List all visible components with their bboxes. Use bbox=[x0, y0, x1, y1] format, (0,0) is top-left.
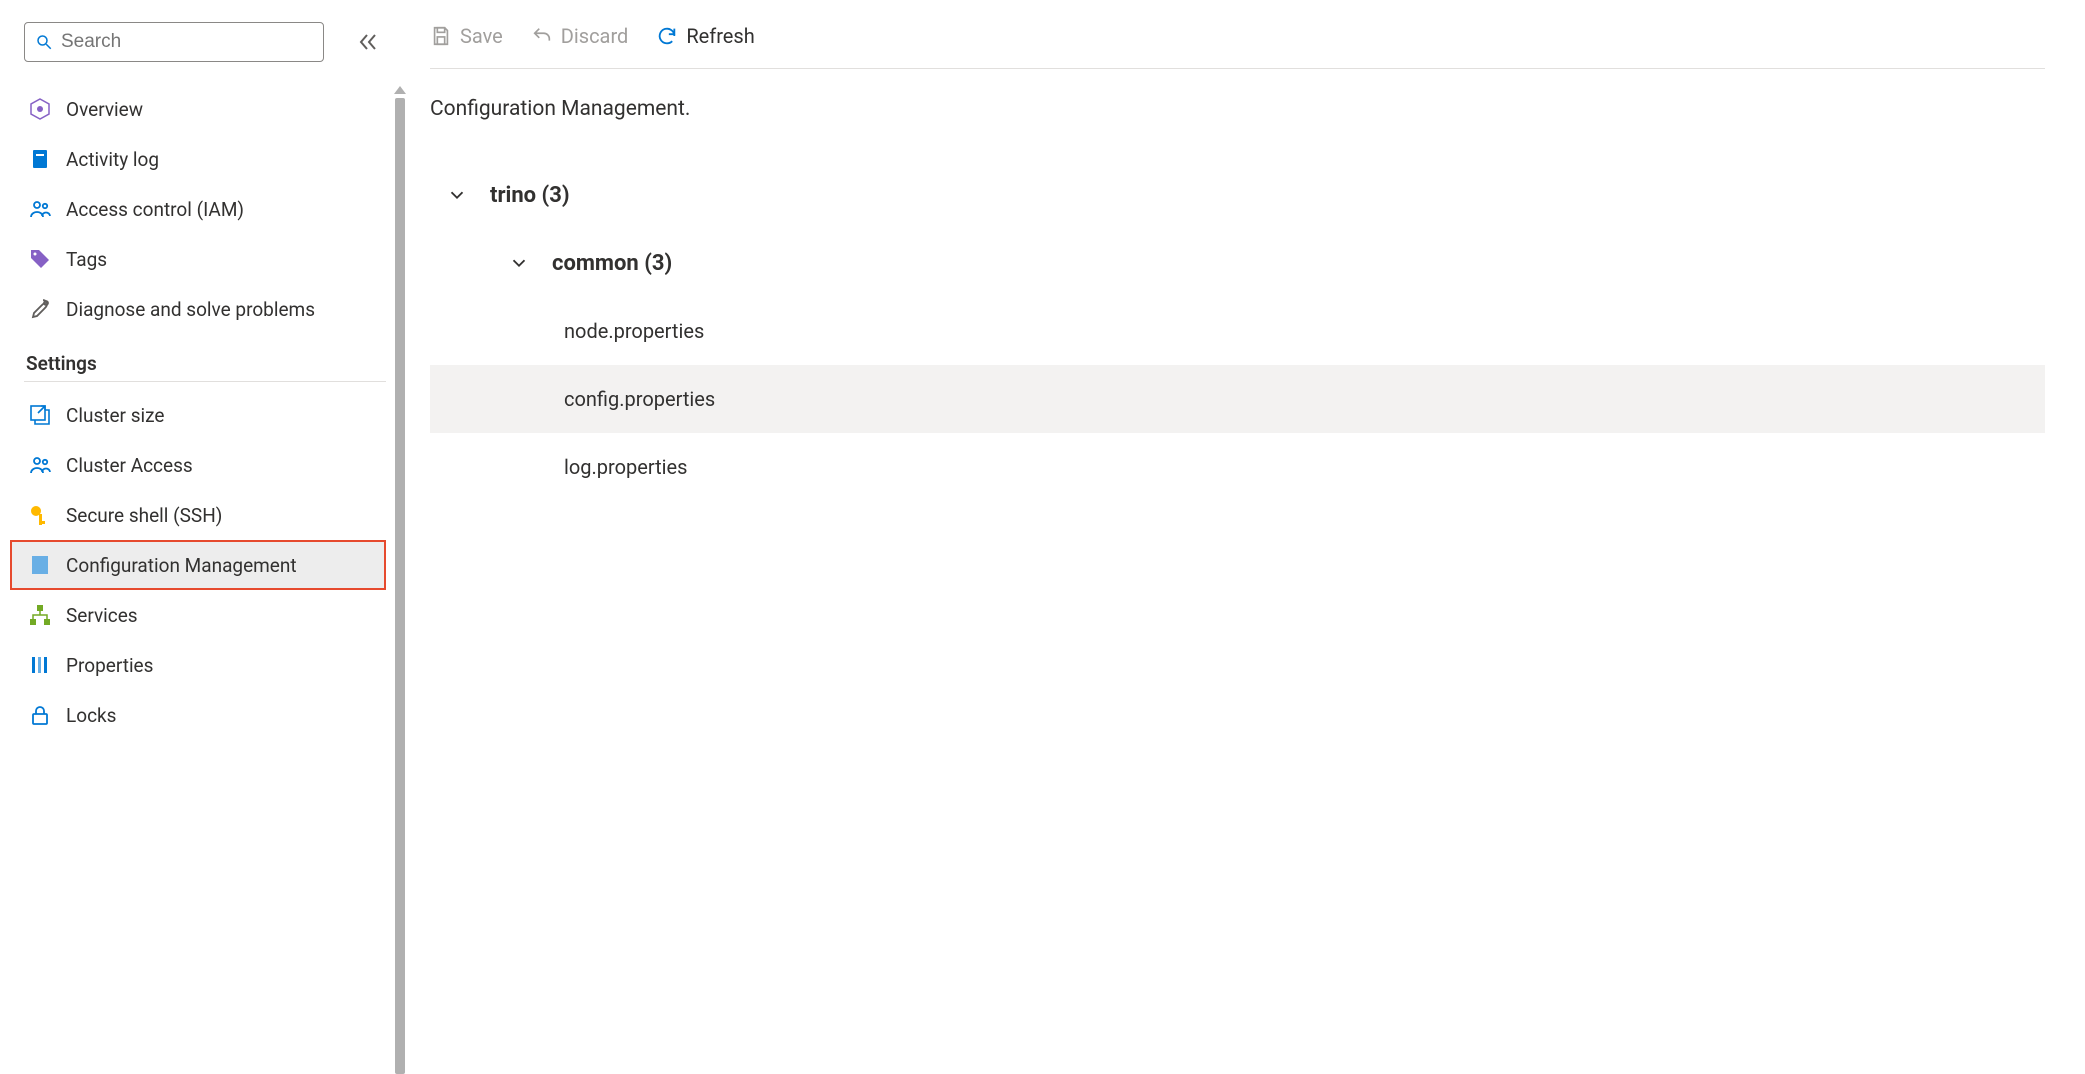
nav-item-configuration-management[interactable]: Configuration Management bbox=[10, 540, 386, 590]
refresh-label: Refresh bbox=[686, 24, 754, 48]
nav-item-locks[interactable]: Locks bbox=[24, 690, 390, 740]
nav-label: Activity log bbox=[66, 148, 159, 171]
diagnose-icon bbox=[28, 297, 52, 321]
tree-group-label: trino (3) bbox=[490, 183, 570, 208]
tree-item-label: node.properties bbox=[564, 319, 704, 343]
chevron-down-icon bbox=[446, 184, 468, 206]
tree-item-label: config.properties bbox=[564, 387, 715, 411]
collapse-sidebar-button[interactable] bbox=[356, 30, 380, 54]
nav-item-services[interactable]: Services bbox=[24, 590, 390, 640]
properties-icon bbox=[28, 653, 52, 677]
search-input-container[interactable] bbox=[24, 22, 324, 62]
overview-icon bbox=[28, 97, 52, 121]
nav-item-tags[interactable]: Tags bbox=[24, 234, 390, 284]
undo-icon bbox=[531, 25, 553, 47]
nav-label: Overview bbox=[66, 98, 143, 121]
cluster-size-icon bbox=[28, 403, 52, 427]
nav-item-overview[interactable]: Overview bbox=[24, 84, 390, 134]
activity-log-icon bbox=[28, 147, 52, 171]
nav-label: Cluster Access bbox=[66, 454, 193, 477]
save-button[interactable]: Save bbox=[430, 24, 503, 48]
search-input[interactable] bbox=[61, 31, 313, 53]
nav-item-activity-log[interactable]: Activity log bbox=[24, 134, 390, 184]
tree-item-label: log.properties bbox=[564, 455, 687, 479]
save-label: Save bbox=[460, 24, 503, 48]
discard-label: Discard bbox=[561, 24, 629, 48]
services-icon bbox=[28, 603, 52, 627]
sidebar: Overview Activity log Access control (IA… bbox=[0, 0, 390, 1074]
chevron-down-icon bbox=[508, 252, 530, 274]
discard-button[interactable]: Discard bbox=[531, 24, 629, 48]
page-description: Configuration Management. bbox=[430, 97, 2045, 121]
nav-item-properties[interactable]: Properties bbox=[24, 640, 390, 690]
chevron-double-left-icon bbox=[356, 30, 380, 54]
nav-label: Secure shell (SSH) bbox=[66, 504, 222, 527]
main-panel: Save Discard Refresh Configuration Manag… bbox=[390, 0, 2085, 1074]
nav-label: Services bbox=[66, 604, 138, 627]
nav-item-access-control[interactable]: Access control (IAM) bbox=[24, 184, 390, 234]
save-icon bbox=[430, 25, 452, 47]
tags-icon bbox=[28, 247, 52, 271]
nav-label: Cluster size bbox=[66, 404, 165, 427]
nav-item-diagnose[interactable]: Diagnose and solve problems bbox=[24, 284, 390, 334]
settings-section-header: Settings bbox=[24, 352, 390, 375]
sidebar-scrollbar[interactable] bbox=[394, 86, 406, 1074]
cluster-access-icon bbox=[28, 453, 52, 477]
toolbar: Save Discard Refresh bbox=[430, 24, 2045, 69]
refresh-button[interactable]: Refresh bbox=[656, 24, 754, 48]
section-divider bbox=[24, 381, 386, 382]
tree-item-log-properties[interactable]: log.properties bbox=[430, 433, 2045, 501]
scroll-thumb[interactable] bbox=[395, 98, 405, 1074]
nav-label: Properties bbox=[66, 654, 153, 677]
lock-icon bbox=[28, 703, 52, 727]
tree-group-trino[interactable]: trino (3) bbox=[430, 161, 2045, 229]
nav-label: Locks bbox=[66, 704, 116, 727]
app-root: Overview Activity log Access control (IA… bbox=[0, 0, 2085, 1074]
nav-label: Access control (IAM) bbox=[66, 198, 244, 221]
nav-label: Diagnose and solve problems bbox=[66, 298, 315, 321]
tree-group-common[interactable]: common (3) bbox=[430, 229, 2045, 297]
nav-label: Configuration Management bbox=[66, 554, 297, 577]
tree-group-label: common (3) bbox=[552, 251, 672, 276]
refresh-icon bbox=[656, 25, 678, 47]
nav-label: Tags bbox=[66, 248, 107, 271]
key-icon bbox=[28, 503, 52, 527]
tree-item-config-properties[interactable]: config.properties bbox=[430, 365, 2045, 433]
nav-item-cluster-access[interactable]: Cluster Access bbox=[24, 440, 390, 490]
tree-item-node-properties[interactable]: node.properties bbox=[430, 297, 2045, 365]
nav-item-cluster-size[interactable]: Cluster size bbox=[24, 390, 390, 440]
scroll-up-icon bbox=[394, 86, 406, 94]
configuration-icon bbox=[28, 553, 52, 577]
search-icon bbox=[35, 33, 53, 51]
nav-item-secure-shell[interactable]: Secure shell (SSH) bbox=[24, 490, 390, 540]
access-control-icon bbox=[28, 197, 52, 221]
